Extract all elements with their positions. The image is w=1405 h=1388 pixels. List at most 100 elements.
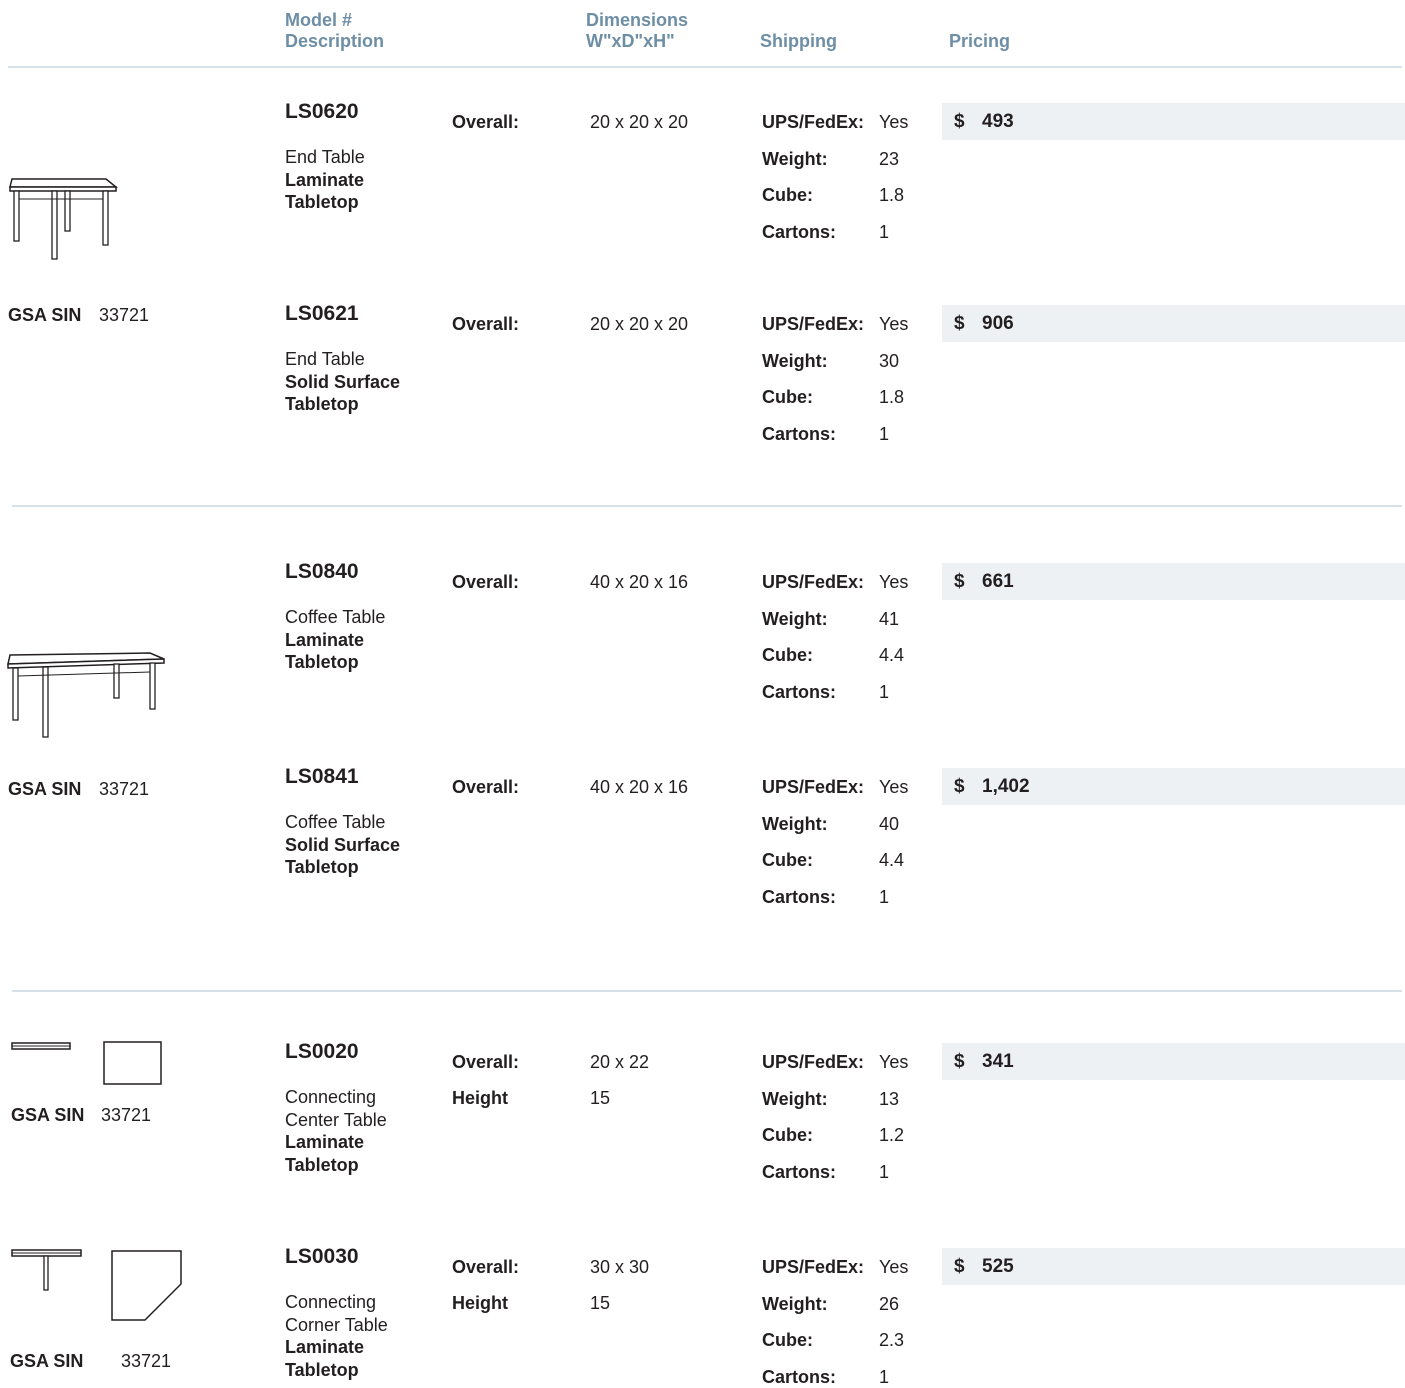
shipping-weight-label: Weight: [762,1293,828,1314]
product-description: Coffee Table Laminate Tabletop [285,606,385,674]
shipping-weight-value: 40 [879,813,900,834]
corner-table-top-icon [111,1250,182,1321]
shipping-cartons-value: 1 [879,1366,890,1387]
shipping-cube-label: Cube: [762,645,813,665]
shipping-weight-value: 13 [879,1088,900,1109]
description-tabletop: Tabletop [285,192,359,212]
shipping-weight-label: Weight: [762,608,828,629]
product-description: Connecting Corner Table Laminate Tabletop [285,1291,388,1381]
gsa-number: 33721 [99,305,150,325]
height-value: 15 [590,1293,611,1313]
description-line: Connecting [285,1087,377,1107]
shipping-ups-label: UPS/FedEx: [762,777,865,797]
shipping-ups-label: UPS/FedEx: [762,112,865,132]
height-label: Height [452,1088,508,1108]
price-value: 525 [982,1256,1014,1277]
shipping-weight-value: 26 [879,1293,900,1314]
shipping-weight-value: 23 [879,148,900,169]
description-line: Coffee Table [285,607,386,627]
description-material: Solid Surface [285,371,401,392]
header-dimensions: Dimensions W"xD"xH" [586,10,688,52]
shipping-cartons-value: 1 [879,423,890,444]
gsa-number: 33721 [121,1351,172,1371]
shipping-ups-value: Yes [879,777,909,797]
dimension-value: 40 x 20 x 16 [590,777,689,797]
height-value: 15 [590,1088,611,1108]
header-dimensions-label: Dimensions [586,10,689,30]
shipping-cube-value: 2.3 [879,1330,905,1350]
corner-table-side-icon [11,1249,82,1291]
description-material: Laminate [285,169,365,190]
shipping-ups-label: UPS/FedEx: [762,1257,865,1277]
model-number: LS0020 [285,1040,359,1063]
shipping-cartons-value: 1 [879,886,890,907]
shipping-cartons-value: 1 [879,1161,890,1182]
model-number: LS0840 [285,560,359,583]
header-description-label: Description [285,31,385,51]
price-box: $1,402 [942,768,1405,805]
shipping-weight-value: 30 [879,350,900,371]
description-line: End Table [285,349,365,369]
shipping-ups-value: Yes [879,572,909,592]
gsa-label: GSA SIN [11,1105,85,1125]
dimension-value: 30 x 30 [590,1257,650,1277]
dimension-label: Overall: [452,572,520,592]
shipping-cartons-value: 1 [879,681,890,702]
header-shipping: Shipping [760,31,837,51]
product-description: End Table Solid Surface Tabletop [285,348,400,416]
end-table-icon [9,178,119,260]
description-tabletop: Tabletop [285,857,359,877]
shipping-cartons-label: Cartons: [762,681,837,702]
shipping-weight-label: Weight: [762,148,828,169]
shipping-cube-label: Cube: [762,387,813,407]
shipping-cartons-value: 1 [879,221,890,242]
shipping-cartons-label: Cartons: [762,221,837,242]
description-tabletop: Tabletop [285,1154,359,1175]
shipping-cube-value: 4.4 [879,645,905,665]
description-material: Laminate [285,1337,365,1357]
shipping-cube-value: 1.8 [879,387,905,407]
gsa-label: GSA SIN [10,1351,84,1371]
height-label: Height [452,1293,508,1313]
currency-symbol: $ [954,313,965,334]
product-description: Coffee Table Solid Surface Tabletop [285,811,400,879]
header-dimensions-unit: W"xD"xH" [586,31,675,51]
center-table-side-icon [11,1042,71,1050]
description-line: Coffee Table [285,812,386,832]
price-box: $525 [942,1248,1405,1285]
price-value: 661 [982,571,1014,592]
description-tabletop: Tabletop [285,394,359,414]
price-box: $906 [942,305,1405,342]
section-divider [12,505,1402,507]
dimension-value: 20 x 20 x 20 [590,314,689,334]
gsa-number: 33721 [99,779,150,799]
model-number: LS0030 [285,1245,359,1268]
price-value: 1,402 [982,776,1030,797]
center-table-top-icon [103,1041,162,1085]
shipping-weight-value: 41 [879,608,900,629]
shipping-ups-label: UPS/FedEx: [762,572,865,592]
dimension-label: Overall: [452,1257,520,1277]
shipping-ups-value: Yes [879,112,909,132]
currency-symbol: $ [954,571,965,592]
shipping-ups-value: Yes [879,1257,909,1277]
shipping-ups-label: UPS/FedEx: [762,314,865,334]
shipping-cube-label: Cube: [762,1330,813,1350]
currency-symbol: $ [954,776,965,797]
shipping-cube-label: Cube: [762,185,813,205]
shipping-cartons-label: Cartons: [762,886,837,907]
model-number: LS0621 [285,302,359,325]
description-line: Corner Table [285,1314,388,1335]
shipping-cube-label: Cube: [762,1125,813,1145]
shipping-cube-value: 1.8 [879,185,905,205]
gsa-number: 33721 [101,1105,152,1125]
product-description: End Table Laminate Tabletop [285,146,365,214]
shipping-ups-label: UPS/FedEx: [762,1052,865,1072]
shipping-cartons-label: Cartons: [762,1366,837,1387]
model-number: LS0841 [285,765,359,788]
shipping-ups-value: Yes [879,1052,909,1072]
dimension-value: 40 x 20 x 16 [590,572,689,592]
price-value: 341 [982,1051,1014,1072]
shipping-ups-value: Yes [879,314,909,334]
description-line: Connecting [285,1292,377,1312]
